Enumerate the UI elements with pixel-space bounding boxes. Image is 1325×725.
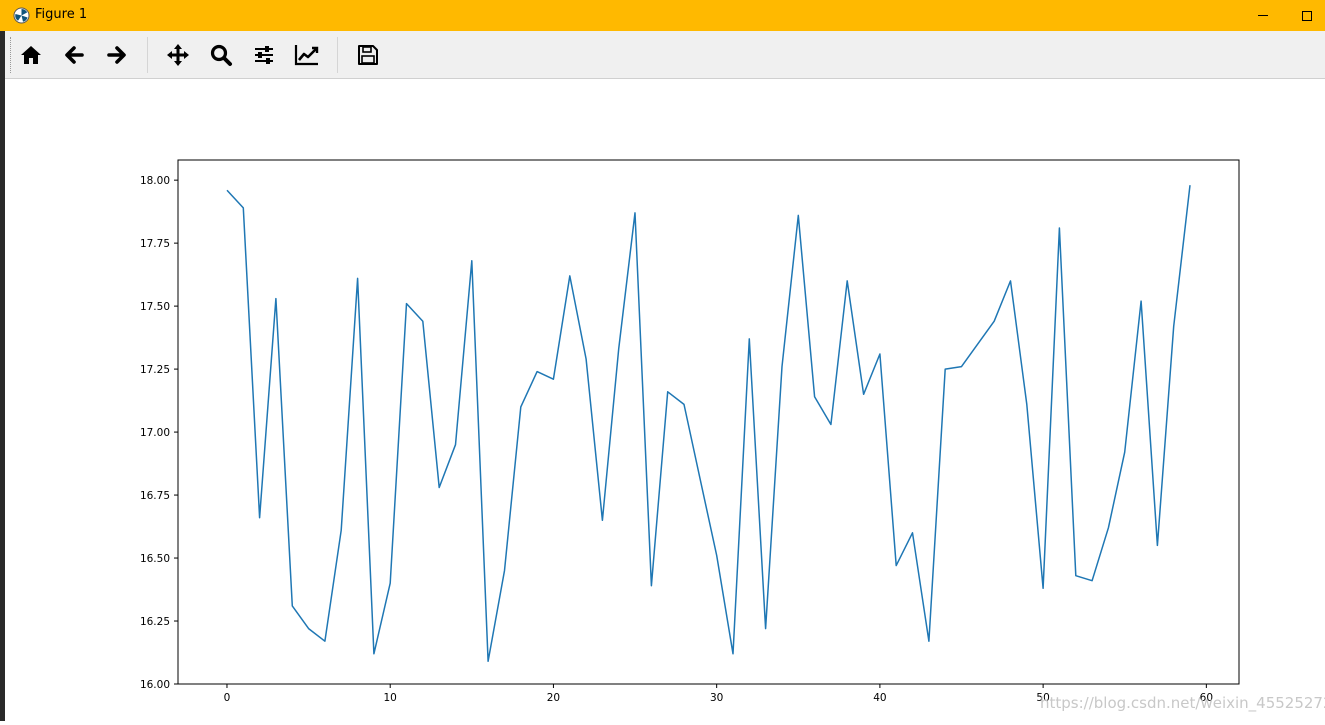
line-chart: 0 10 20 30 40 50 6016.0016.2516.5016.7517.0017…	[140, 159, 1240, 704]
navigation-toolbar	[5, 31, 1325, 79]
x-tick-label: 10	[384, 692, 397, 704]
watermark-text: https://blog.csdn.net/weixin_45525272	[1040, 694, 1325, 712]
maximize-button[interactable]	[1284, 0, 1325, 31]
y-tick-label: 17.25	[140, 364, 170, 376]
forward-button[interactable]	[101, 39, 133, 71]
y-tick-label: 17.50	[140, 301, 170, 313]
maximize-icon	[1302, 10, 1312, 21]
move-icon	[167, 44, 189, 66]
minimize-button[interactable]	[1240, 0, 1286, 31]
plot-frame	[177, 159, 1240, 685]
y-tick-label: 16.75	[140, 490, 170, 502]
y-tick-label: 16.00	[140, 679, 170, 691]
y-tick-label: 16.25	[140, 616, 170, 628]
y-tick-label: 18.00	[140, 175, 170, 187]
configure-subplots-button[interactable]	[248, 39, 280, 71]
x-tick-label: 30	[710, 692, 723, 704]
toolbar-separator	[147, 37, 148, 73]
zoom-button[interactable]	[205, 39, 237, 71]
back-button[interactable]	[58, 39, 90, 71]
home-icon	[21, 46, 41, 64]
save-button[interactable]	[352, 39, 384, 71]
x-tick-label: 40	[873, 692, 886, 704]
toolbar-grip[interactable]	[10, 37, 11, 73]
title-bar: Figure 1	[0, 0, 1325, 31]
y-tick-label: 17.75	[140, 238, 170, 250]
toolbar-separator	[337, 37, 338, 73]
minimize-icon	[1258, 15, 1268, 16]
matplotlib-icon	[13, 7, 30, 24]
series-line	[226, 185, 1191, 663]
floppy-disk-icon	[358, 45, 378, 65]
x-tick-label: 20	[547, 692, 560, 704]
y-tick-label: 17.00	[140, 427, 170, 439]
window-title: Figure 1	[35, 7, 88, 22]
edit-axis-button[interactable]	[291, 39, 323, 71]
home-button[interactable]	[15, 39, 47, 71]
figure-canvas[interactable]: 0 10 20 30 40 50 60 16.00 16.25 16.50 16.75 17.00 17…	[5, 79, 1325, 721]
sliders-icon	[255, 46, 273, 64]
arrow-right-icon	[107, 46, 126, 64]
arrow-left-icon	[65, 46, 84, 64]
pan-button[interactable]	[162, 39, 194, 71]
y-tick-label: 16.50	[140, 553, 170, 565]
chart-line-icon	[294, 45, 319, 66]
x-tick-label: 0	[224, 692, 231, 704]
magnifier-icon	[210, 44, 232, 66]
